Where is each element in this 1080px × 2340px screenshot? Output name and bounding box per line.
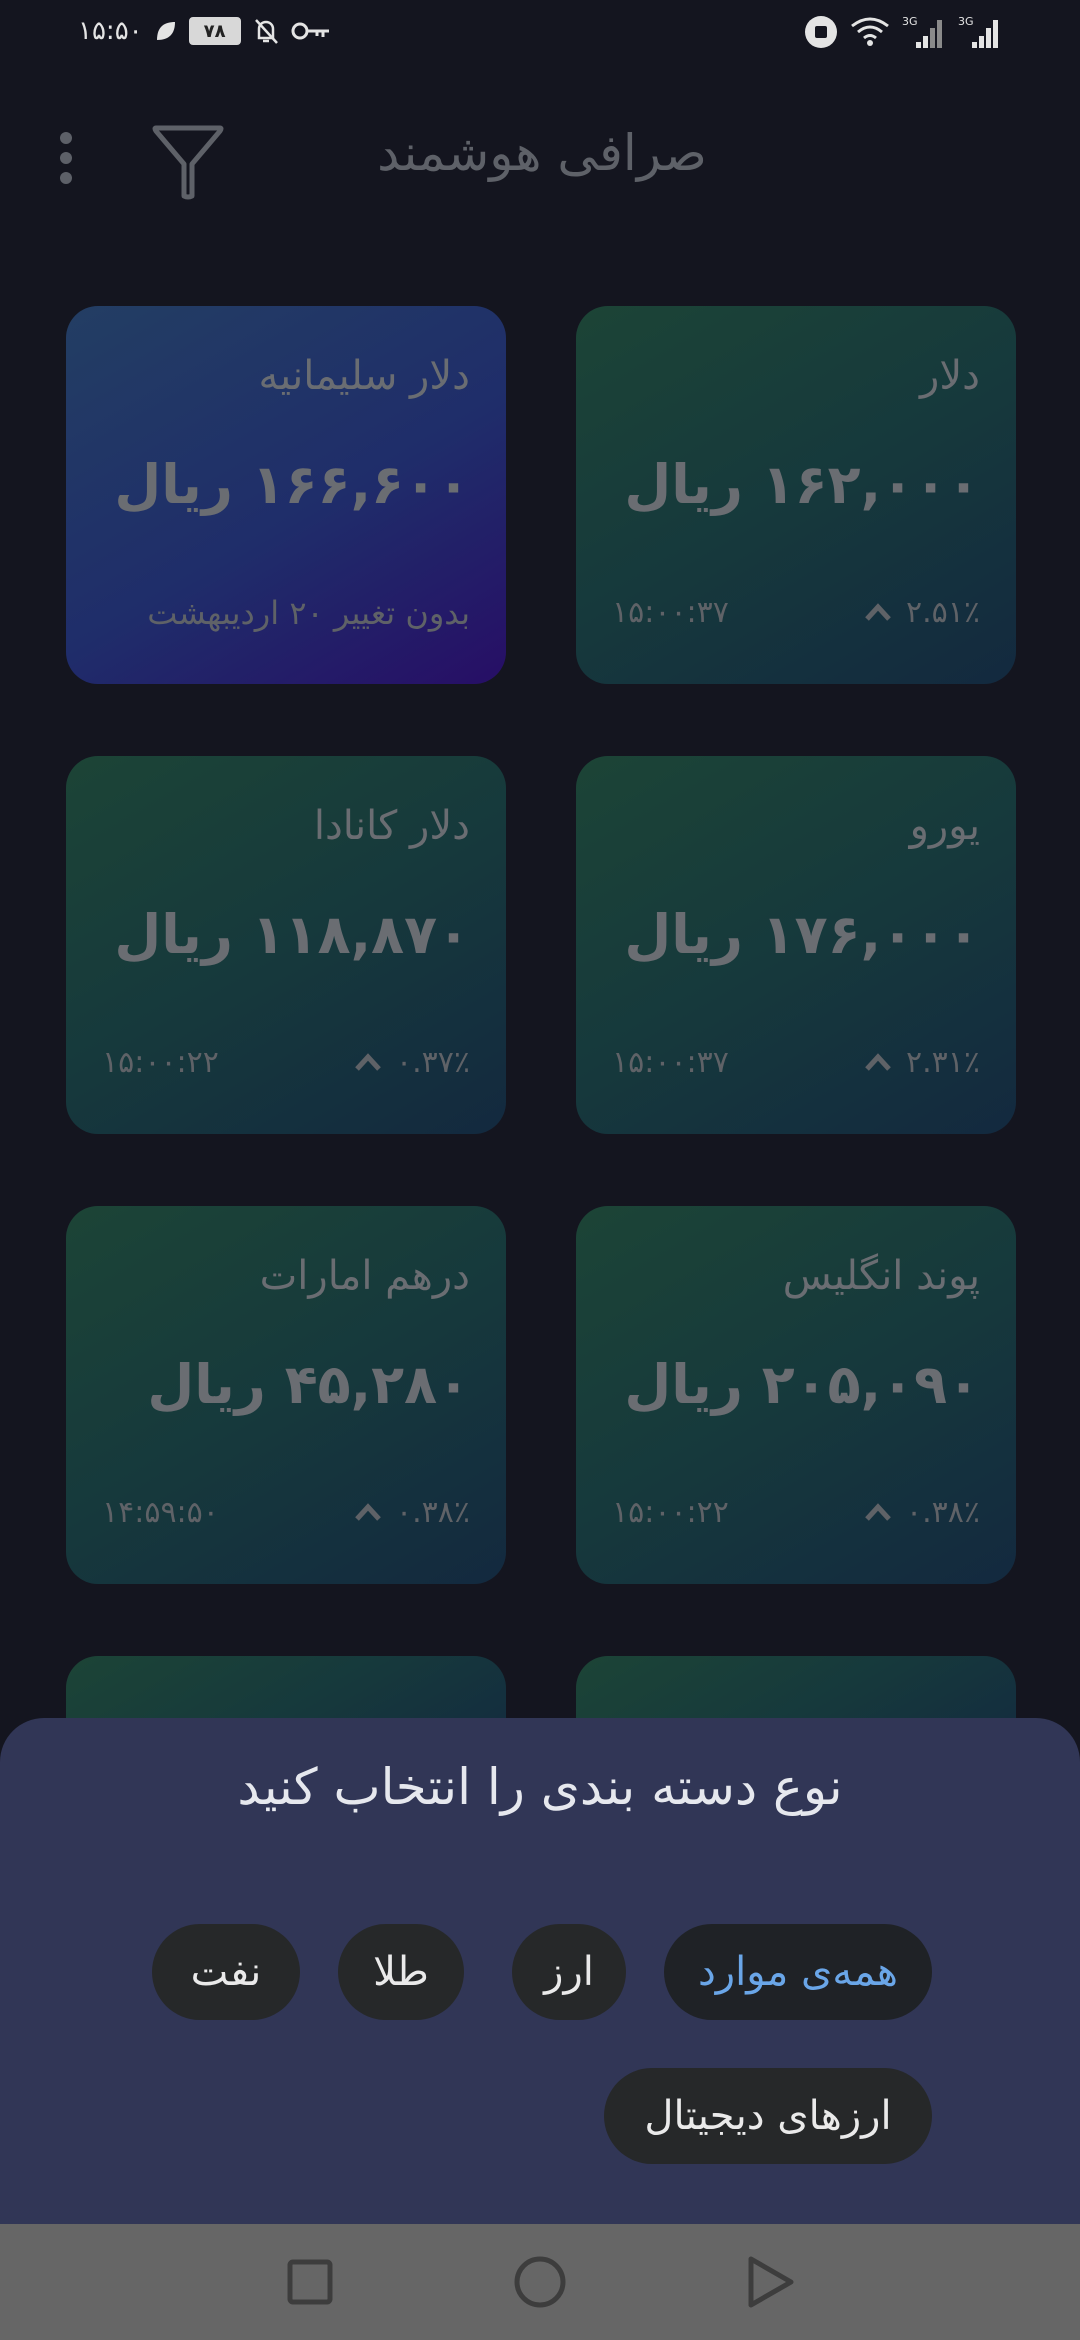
chip-gold[interactable]: طلا xyxy=(338,1924,464,2020)
card-time: ۱۴:۵۹:۵۰ xyxy=(102,1494,219,1530)
card-change: ۲.۵۱٪ xyxy=(864,595,980,630)
card-change: ۰.۳۷٪ xyxy=(354,1045,470,1080)
card-name: پوند انگلیس xyxy=(782,1253,980,1299)
chip-currency[interactable]: ارز xyxy=(512,1924,626,2020)
more-vert-icon[interactable] xyxy=(48,126,84,196)
card-time: ۱۵:۰۰:۳۷ xyxy=(612,594,729,630)
card-price: ۱۶۲,۰۰۰ ریال xyxy=(624,453,980,516)
currency-card-canadian-dollar[interactable]: دلار کانادا ۱۱۸,۸۷۰ ریال ۰.۳۷٪ ۱۵:۰۰:۲۲ xyxy=(66,756,506,1134)
battery-icon: ۷۸ xyxy=(188,17,241,45)
card-note: بدون تغییر ۲۰ اردیبهشت xyxy=(147,594,470,632)
card-price: ۲۰۵,۰۹۰ ریال xyxy=(624,1353,980,1416)
status-bar: ۱۵:۵۰ ۷۸ 3G 3G xyxy=(0,0,1080,70)
card-change: ۲.۳۱٪ xyxy=(864,1045,980,1080)
triangle-icon[interactable] xyxy=(712,2224,828,2340)
card-footer: ۰.۳۷٪ ۱۵:۰۰:۲۲ xyxy=(102,1042,470,1082)
chip-digital-currencies[interactable]: ارزهای دیجیتال xyxy=(604,2068,932,2164)
currency-card-dollar-sulaymaniyah[interactable]: دلار سلیمانیه ۱۶۶,۶۰۰ ریال بدون تغییر ۲۰… xyxy=(66,306,506,684)
bell-off-icon xyxy=(251,16,281,46)
navigation-bar xyxy=(0,2224,1080,2340)
card-change: ۰.۳۸٪ xyxy=(864,1495,980,1530)
sheet-title: نوع دسته بندی را انتخاب کنید xyxy=(237,1758,843,1816)
circle-icon[interactable] xyxy=(482,2224,598,2340)
signal-3g-icon: 3G xyxy=(902,14,946,50)
card-footer: ۲.۵۱٪ ۱۵:۰۰:۳۷ xyxy=(612,592,980,632)
chevron-up-icon xyxy=(865,1053,891,1071)
card-price: ۴۵,۲۸۰ ریال xyxy=(147,1353,470,1416)
card-name: دلار کانادا xyxy=(313,803,470,849)
chip-oil[interactable]: نفت xyxy=(152,1924,300,2020)
leaf-icon xyxy=(153,18,179,44)
wifi-icon xyxy=(850,16,890,48)
filter-icon[interactable] xyxy=(148,120,228,202)
currency-card-pound[interactable]: پوند انگلیس ۲۰۵,۰۹۰ ریال ۰.۳۸٪ ۱۵:۰۰:۲۲ xyxy=(576,1206,1016,1584)
card-time: ۱۵:۰۰:۲۲ xyxy=(102,1044,219,1080)
card-name: دلار xyxy=(920,353,980,399)
app-title: صرافی هوشمند xyxy=(377,124,707,182)
card-change-value: ۰.۳۸٪ xyxy=(396,1494,470,1530)
currency-card-dirham[interactable]: درهم امارات ۴۵,۲۸۰ ریال ۰.۳۸٪ ۱۴:۵۹:۵۰ xyxy=(66,1206,506,1584)
card-price: ۱۶۶,۶۰۰ ریال xyxy=(114,453,470,516)
card-footer: ۲.۳۱٪ ۱۵:۰۰:۳۷ xyxy=(612,1042,980,1082)
card-time: ۱۵:۰۰:۲۲ xyxy=(612,1494,729,1530)
card-change-value: ۲.۵۱٪ xyxy=(906,594,980,630)
chevron-up-icon xyxy=(355,1503,381,1521)
card-name: یورو xyxy=(909,803,980,849)
battery-level: ۷۸ xyxy=(203,20,226,42)
card-footer: ۰.۳۸٪ ۱۵:۰۰:۲۲ xyxy=(612,1492,980,1532)
card-change-value: ۰.۳۸٪ xyxy=(906,1494,980,1530)
chip-all-items[interactable]: همه‌ی موارد xyxy=(664,1924,932,2020)
currency-card-dollar[interactable]: دلار ۱۶۲,۰۰۰ ریال ۲.۵۱٪ ۱۵:۰۰:۳۷ xyxy=(576,306,1016,684)
stop-record-icon xyxy=(804,15,838,49)
card-footer: ۰.۳۸٪ ۱۴:۵۹:۵۰ xyxy=(102,1492,470,1532)
card-change: ۰.۳۸٪ xyxy=(354,1495,470,1530)
category-bottom-sheet: نوع دسته بندی را انتخاب کنید همه‌ی موارد… xyxy=(0,1718,1080,2224)
network-label-2: 3G xyxy=(958,15,974,28)
signal-3g-icon-2: 3G xyxy=(958,14,1002,50)
chevron-up-icon xyxy=(865,1503,891,1521)
card-time: ۱۵:۰۰:۳۷ xyxy=(612,1044,729,1080)
card-change-value: ۲.۳۱٪ xyxy=(906,1044,980,1080)
status-time: ۱۵:۵۰ xyxy=(78,16,143,46)
status-left: ۱۵:۵۰ ۷۸ xyxy=(78,16,331,46)
network-label-1: 3G xyxy=(902,15,918,28)
card-price: ۱۷۶,۰۰۰ ریال xyxy=(624,903,980,966)
app-bar: صرافی هوشمند xyxy=(0,110,1080,210)
key-icon xyxy=(291,19,331,43)
square-icon[interactable] xyxy=(252,2224,368,2340)
status-right: 3G 3G xyxy=(804,14,1002,50)
chevron-up-icon xyxy=(865,603,891,621)
chevron-up-icon xyxy=(355,1053,381,1071)
card-price: ۱۱۸,۸۷۰ ریال xyxy=(114,903,470,966)
card-change-value: ۰.۳۷٪ xyxy=(396,1044,470,1080)
card-name: دلار سلیمانیه xyxy=(258,353,470,399)
card-name: درهم امارات xyxy=(259,1253,470,1299)
currency-card-euro[interactable]: یورو ۱۷۶,۰۰۰ ریال ۲.۳۱٪ ۱۵:۰۰:۳۷ xyxy=(576,756,1016,1134)
